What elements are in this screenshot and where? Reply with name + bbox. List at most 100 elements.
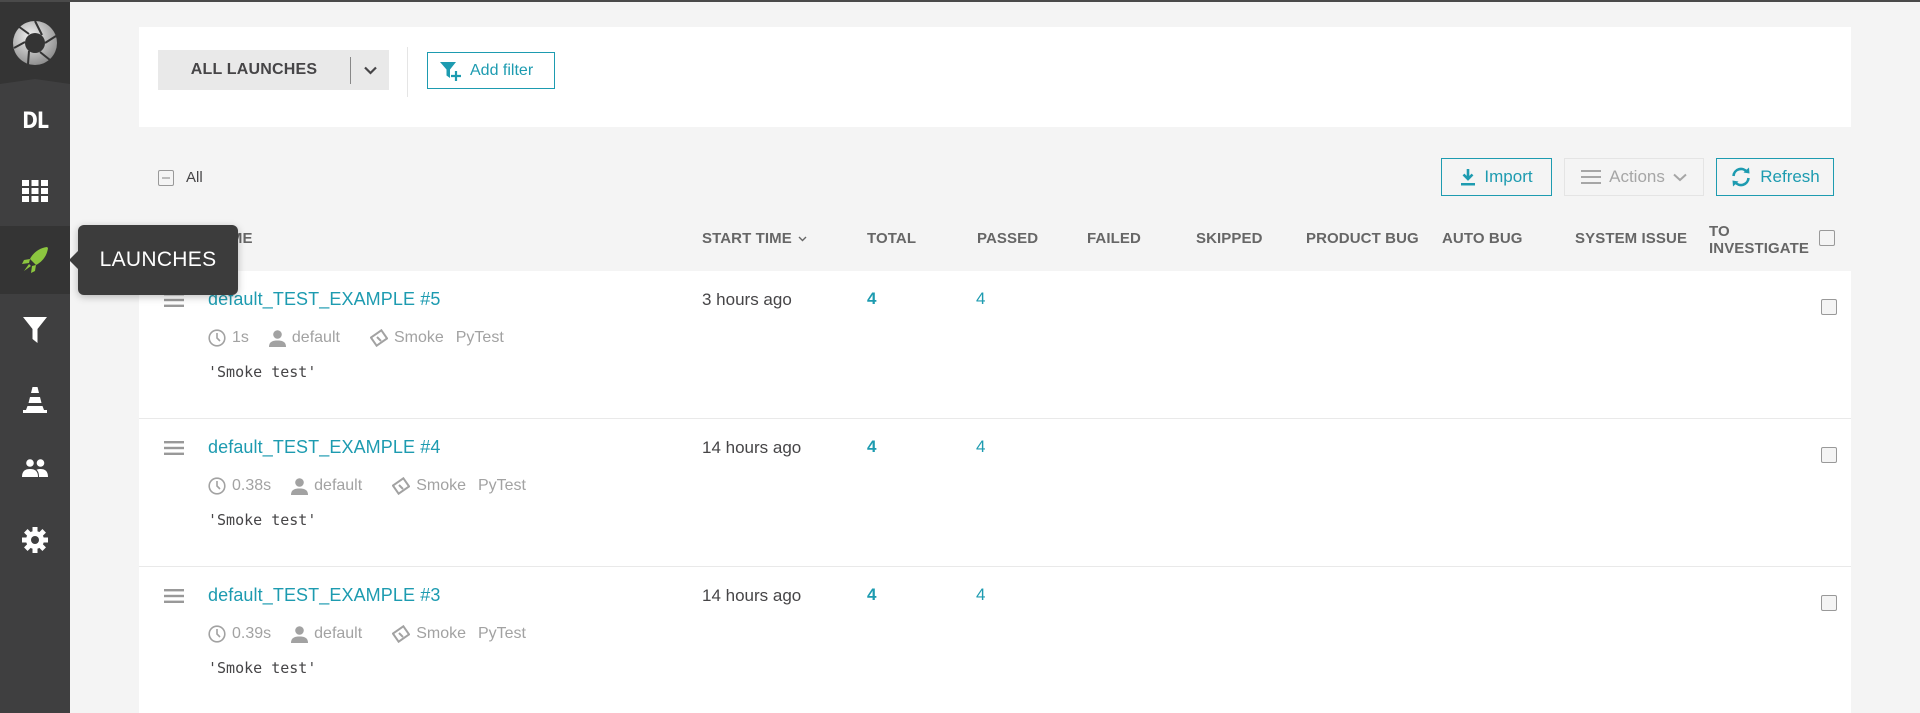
row-checkbox[interactable] <box>1821 595 1837 611</box>
row-menu-button[interactable] <box>164 293 184 312</box>
launch-filter-dropdown[interactable] <box>351 66 389 75</box>
sidebar-item-filters[interactable] <box>0 297 70 363</box>
tags: Smoke PyTest <box>369 329 504 347</box>
tag-smoke[interactable]: Smoke <box>416 477 466 495</box>
owner[interactable]: default <box>291 625 362 643</box>
select-all-label: All <box>186 169 203 186</box>
row-menu-button[interactable] <box>164 441 184 460</box>
launch-filter-value: ALL LAUNCHES <box>190 61 318 78</box>
column-header-passed[interactable]: PASSED <box>977 230 1038 247</box>
tag-pytest[interactable]: PyTest <box>478 477 526 495</box>
launch-name-link[interactable]: default_TEST_EXAMPLE #5 <box>208 289 440 310</box>
sidebar-item-settings[interactable] <box>0 507 70 573</box>
column-header-auto-bug[interactable]: AUTO BUG <box>1442 230 1523 247</box>
sidebar-item-launches[interactable] <box>0 226 70 294</box>
launch-description: 'Smoke test' <box>208 511 317 529</box>
launch-meta: 0.38s default Smoke PyTest <box>208 477 526 495</box>
launch-row: default_TEST_EXAMPLE #5 1s default Smoke… <box>139 271 1851 419</box>
actions-dropdown[interactable]: Actions <box>1564 158 1704 196</box>
total-count[interactable]: 4 <box>867 437 876 457</box>
owner[interactable]: default <box>268 329 340 347</box>
chevron-down-icon <box>363 66 377 75</box>
owner[interactable]: default <box>291 477 362 495</box>
launches-tooltip: LAUNCHES <box>69 225 238 295</box>
select-all[interactable]: All <box>158 169 203 186</box>
select-all-checkbox[interactable] <box>158 169 174 186</box>
import-label: Import <box>1484 167 1533 186</box>
filter-add-icon <box>440 61 461 81</box>
refresh-label: Refresh <box>1760 167 1820 186</box>
column-header-product-bug[interactable]: PRODUCT BUG <box>1306 230 1419 247</box>
launch-row: default_TEST_EXAMPLE #4 0.38s default Sm… <box>139 419 1851 567</box>
launch-name-link[interactable]: default_TEST_EXAMPLE #4 <box>208 437 440 458</box>
tag-pytest[interactable]: PyTest <box>456 329 504 347</box>
grid-icon <box>22 180 48 202</box>
column-header-start-time[interactable]: START TIME <box>702 230 807 247</box>
start-time-label: START TIME <box>702 230 792 247</box>
column-header-skipped[interactable]: SKIPPED <box>1196 230 1263 247</box>
sidebar: DL <box>0 0 70 713</box>
header-checkbox[interactable] <box>1819 230 1835 246</box>
duration-value: 1s <box>232 329 249 346</box>
clock-icon <box>208 625 226 643</box>
refresh-icon <box>1732 167 1751 187</box>
total-count[interactable]: 4 <box>867 585 876 605</box>
filter-icon <box>23 317 47 343</box>
tags: Smoke PyTest <box>392 625 526 643</box>
start-time: 14 hours ago <box>702 438 802 457</box>
total-count[interactable]: 4 <box>867 289 876 309</box>
app-logo[interactable] <box>0 10 70 76</box>
launch-name-link[interactable]: default_TEST_EXAMPLE #3 <box>208 585 440 606</box>
tag-icon <box>369 329 388 347</box>
row-checkbox[interactable] <box>1821 447 1837 463</box>
passed-count[interactable]: 4 <box>976 437 985 457</box>
sidebar-item-dashboard[interactable] <box>0 158 70 224</box>
passed-count[interactable]: 4 <box>976 585 985 605</box>
column-header-total[interactable]: TOTAL <box>867 230 916 247</box>
tooltip-label: LAUNCHES <box>99 248 217 271</box>
tag-smoke[interactable]: Smoke <box>416 625 466 643</box>
download-icon <box>1461 169 1476 186</box>
project-initials: DL <box>22 108 49 134</box>
passed-count[interactable]: 4 <box>976 289 985 309</box>
menu-icon <box>1581 170 1602 184</box>
duration: 0.39s <box>208 625 271 643</box>
to-investigate-line2: INVESTIGATE <box>1709 240 1809 257</box>
add-filter-button[interactable]: Add filter <box>427 52 555 89</box>
tags: Smoke PyTest <box>392 477 526 495</box>
add-filter-label: Add filter <box>470 61 534 79</box>
row-checkbox[interactable] <box>1821 299 1837 315</box>
top-border <box>0 0 1920 2</box>
filter-bar: ALL LAUNCHES Add filter <box>139 27 1851 127</box>
filter-divider <box>407 47 408 97</box>
import-button[interactable]: Import <box>1441 158 1552 196</box>
column-header-to-investigate[interactable]: TO INVESTIGATE <box>1709 223 1809 257</box>
row-menu-button[interactable] <box>164 589 184 608</box>
to-investigate-line1: TO <box>1709 223 1730 240</box>
launch-meta: 0.39s default Smoke PyTest <box>208 625 526 643</box>
launch-filter-select[interactable]: ALL LAUNCHES <box>158 50 389 90</box>
column-header-system-issue[interactable]: SYSTEM ISSUE <box>1575 230 1687 247</box>
duration: 1s <box>208 329 249 347</box>
tag-icon <box>392 477 411 495</box>
clock-icon <box>208 477 226 495</box>
sidebar-item-members[interactable] <box>0 435 70 501</box>
owner-name: default <box>314 625 363 642</box>
rocket-icon <box>22 247 48 273</box>
tag-pytest[interactable]: PyTest <box>478 625 526 643</box>
owner-name: default <box>314 477 363 494</box>
gear-icon <box>22 527 48 553</box>
refresh-button[interactable]: Refresh <box>1716 158 1834 196</box>
hamburger-icon <box>164 589 184 603</box>
launch-row: default_TEST_EXAMPLE #3 0.39s default Sm… <box>139 567 1851 713</box>
actions-label: Actions <box>1609 167 1665 186</box>
user-icon <box>268 329 286 347</box>
start-time: 3 hours ago <box>702 290 792 309</box>
sidebar-item-debug[interactable] <box>0 367 70 433</box>
tag-smoke[interactable]: Smoke <box>394 329 444 347</box>
project-selector[interactable]: DL <box>0 88 70 154</box>
aperture-logo-icon <box>13 20 57 65</box>
column-header-failed[interactable]: FAILED <box>1087 230 1141 247</box>
launch-description: 'Smoke test' <box>208 659 317 677</box>
user-icon <box>291 625 309 643</box>
